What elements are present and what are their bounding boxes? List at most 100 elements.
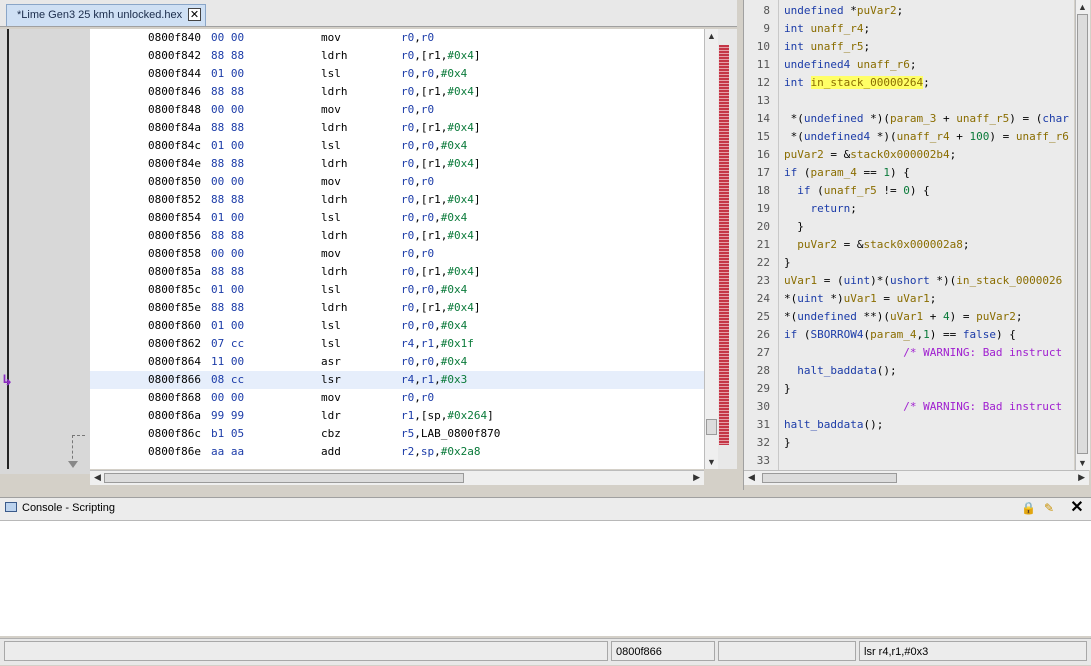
instruction-operands[interactable]: r0,r0 (401, 245, 434, 263)
decompiler-code-text[interactable]: int unaff_r4; (784, 20, 870, 38)
scroll-up-icon[interactable]: ▲ (1078, 2, 1087, 12)
instruction-bytes[interactable]: 01 00 (211, 281, 244, 299)
decompiler-line[interactable]: 22} (744, 254, 1074, 272)
decompiler-code-text[interactable]: return; (784, 200, 857, 218)
lock-icon[interactable]: 🔒 (1021, 501, 1036, 515)
decompiler-code-text[interactable]: *(undefined **)(uVar1 + 4) = puVar2; (784, 308, 1022, 326)
scroll-down-icon[interactable]: ▼ (707, 457, 716, 467)
instruction-bytes[interactable]: 00 00 (211, 173, 244, 191)
instruction-mnemonic[interactable]: add (321, 443, 341, 461)
instruction-address[interactable]: 0800f854 (148, 209, 201, 227)
instruction-address[interactable]: 0800f85e (148, 299, 201, 317)
listing-row[interactable]: 0800f864 11 00 asr r0,r0,#0x4 (90, 353, 704, 371)
instruction-operands[interactable]: r0,r0,#0x4 (401, 317, 467, 335)
instruction-bytes[interactable]: 88 88 (211, 83, 244, 101)
listing-vertical-scrollbar[interactable]: ▲ ▼ (704, 29, 719, 469)
decompiler-line[interactable]: 15 *(undefined4 *)(unaff_r4 + 100) = una… (744, 128, 1074, 146)
clear-icon[interactable]: ✎ (1044, 501, 1058, 515)
instruction-address[interactable]: 0800f84a (148, 119, 201, 137)
instruction-mnemonic[interactable]: ldrh (321, 155, 348, 173)
instruction-bytes[interactable]: 88 88 (211, 227, 244, 245)
instruction-mnemonic[interactable]: lsr (321, 371, 341, 389)
instruction-operands[interactable]: r0,[r1,#0x4] (401, 227, 481, 245)
instruction-operands[interactable]: r0,[r1,#0x4] (401, 155, 481, 173)
decompiler-code-text[interactable]: } (784, 434, 791, 452)
instruction-operands[interactable]: r0,r0 (401, 101, 434, 119)
instruction-bytes[interactable]: 01 00 (211, 317, 244, 335)
instruction-mnemonic[interactable]: lsl (321, 335, 341, 353)
instruction-mnemonic[interactable]: ldrh (321, 299, 348, 317)
instruction-mnemonic[interactable]: mov (321, 173, 341, 191)
instruction-operands[interactable]: r0,r0,#0x4 (401, 353, 467, 371)
instruction-mnemonic[interactable]: ldrh (321, 119, 348, 137)
instruction-operands[interactable]: r0,r0,#0x4 (401, 65, 467, 83)
instruction-mnemonic[interactable]: lsl (321, 317, 341, 335)
close-icon[interactable]: ✕ (188, 8, 201, 21)
decompiler-code-text[interactable]: int in_stack_00000264; (784, 74, 930, 92)
decompiler-code-text[interactable]: if (SBORROW4(param_4,1) == false) { (784, 326, 1016, 344)
instruction-address[interactable]: 0800f86e (148, 443, 201, 461)
listing-row[interactable]: 0800f850 00 00 mov r0,r0 (90, 173, 704, 191)
decompiler-line[interactable]: 25 *(undefined **)(uVar1 + 4) = puVar2; (744, 308, 1074, 326)
instruction-mnemonic[interactable]: lsl (321, 137, 341, 155)
listing-row[interactable]: 0800f85c 01 00 lsl r0,r0,#0x4 (90, 281, 704, 299)
decompiler-line[interactable]: 16 puVar2 = &stack0x000002b4; (744, 146, 1074, 164)
decompiler-line[interactable]: 29} (744, 380, 1074, 398)
instruction-address[interactable]: 0800f844 (148, 65, 201, 83)
decompiler-line[interactable]: 30 /* WARNING: Bad instruct (744, 398, 1074, 416)
overview-marker-bar[interactable] (719, 45, 729, 445)
instruction-mnemonic[interactable]: mov (321, 101, 341, 119)
instruction-operands[interactable]: r2,sp,#0x2a8 (401, 443, 481, 461)
decompiler-horizontal-scroll-thumb[interactable] (762, 473, 897, 483)
instruction-operands[interactable]: r0,r0 (401, 389, 434, 407)
instruction-operands[interactable]: r0,r0,#0x4 (401, 137, 467, 155)
scroll-left-icon[interactable]: ◀ (748, 472, 755, 483)
decompiler-code-text[interactable]: halt_baddata(); (784, 362, 896, 380)
instruction-bytes[interactable]: 88 88 (211, 155, 244, 173)
listing-horizontal-scroll-thumb[interactable] (104, 473, 464, 483)
decompiler-code-text[interactable]: uVar1 = (uint)*(ushort *)(in_stack_00000… (784, 272, 1062, 290)
instruction-address[interactable]: 0800f85c (148, 281, 201, 299)
instruction-bytes[interactable]: 88 88 (211, 299, 244, 317)
decompiler-line[interactable]: 14 *(undefined *)(param_3 + unaff_r5) = … (744, 110, 1074, 128)
scroll-right-icon[interactable]: ▶ (1078, 472, 1085, 483)
instruction-operands[interactable]: r5,LAB_0800f870 (401, 425, 500, 443)
decompiler-line[interactable]: 17 if (param_4 == 1) { (744, 164, 1074, 182)
listing-row[interactable]: 0800f846 88 88 ldrh r0,[r1,#0x4] (90, 83, 704, 101)
instruction-address[interactable]: 0800f86a (148, 407, 201, 425)
listing-row-selected[interactable]: 0800f866 08 cc lsr r4,r1,#0x3 (90, 371, 704, 389)
scroll-up-icon[interactable]: ▲ (707, 31, 716, 41)
decompiler-line[interactable]: 20 } (744, 218, 1074, 236)
instruction-address[interactable]: 0800f840 (148, 29, 201, 47)
instruction-bytes[interactable]: aa aa (211, 443, 244, 461)
instruction-operands[interactable]: r0,r0 (401, 173, 434, 191)
instruction-address[interactable]: 0800f866 (148, 371, 201, 389)
decompiler-line[interactable]: 18 if (unaff_r5 != 0) { (744, 182, 1074, 200)
scroll-down-icon[interactable]: ▼ (1078, 458, 1087, 468)
instruction-address[interactable]: 0800f864 (148, 353, 201, 371)
instruction-mnemonic[interactable]: ldrh (321, 191, 348, 209)
instruction-mnemonic[interactable]: lsl (321, 281, 341, 299)
instruction-address[interactable]: 0800f850 (148, 173, 201, 191)
decompiler-line[interactable]: 19 return; (744, 200, 1074, 218)
instruction-address[interactable]: 0800f858 (148, 245, 201, 263)
decompiler-code-text[interactable]: undefined *puVar2; (784, 2, 903, 20)
instruction-bytes[interactable]: 00 00 (211, 389, 244, 407)
decompiler-line[interactable]: 23 uVar1 = (uint)*(ushort *)(in_stack_000… (744, 272, 1074, 290)
listing-row[interactable]: 0800f840 00 00 mov r0,r0 (90, 29, 704, 47)
instruction-address[interactable]: 0800f86c (148, 425, 201, 443)
instruction-mnemonic[interactable]: asr (321, 353, 341, 371)
decompiler-line[interactable]: 32} (744, 434, 1074, 452)
listing-tab-title[interactable]: *Lime Gen3 25 kmh unlocked.hex (17, 9, 182, 21)
decompiler-line[interactable]: 8 undefined *puVar2; (744, 2, 1074, 20)
decompiler-line[interactable]: 11 undefined4 unaff_r6; (744, 56, 1074, 74)
decompiler-line[interactable]: 21 puVar2 = &stack0x000002a8; (744, 236, 1074, 254)
decompiler-code-text[interactable]: if (param_4 == 1) { (784, 164, 910, 182)
instruction-operands[interactable]: r0,r0,#0x4 (401, 209, 467, 227)
instruction-address[interactable]: 0800f85a (148, 263, 201, 281)
listing-row[interactable]: 0800f84e 88 88 ldrh r0,[r1,#0x4] (90, 155, 704, 173)
listing-row[interactable]: 0800f848 00 00 mov r0,r0 (90, 101, 704, 119)
instruction-mnemonic[interactable]: ldrh (321, 227, 348, 245)
instruction-operands[interactable]: r0,[r1,#0x4] (401, 191, 481, 209)
decompiler-code-text[interactable]: } (784, 254, 791, 272)
